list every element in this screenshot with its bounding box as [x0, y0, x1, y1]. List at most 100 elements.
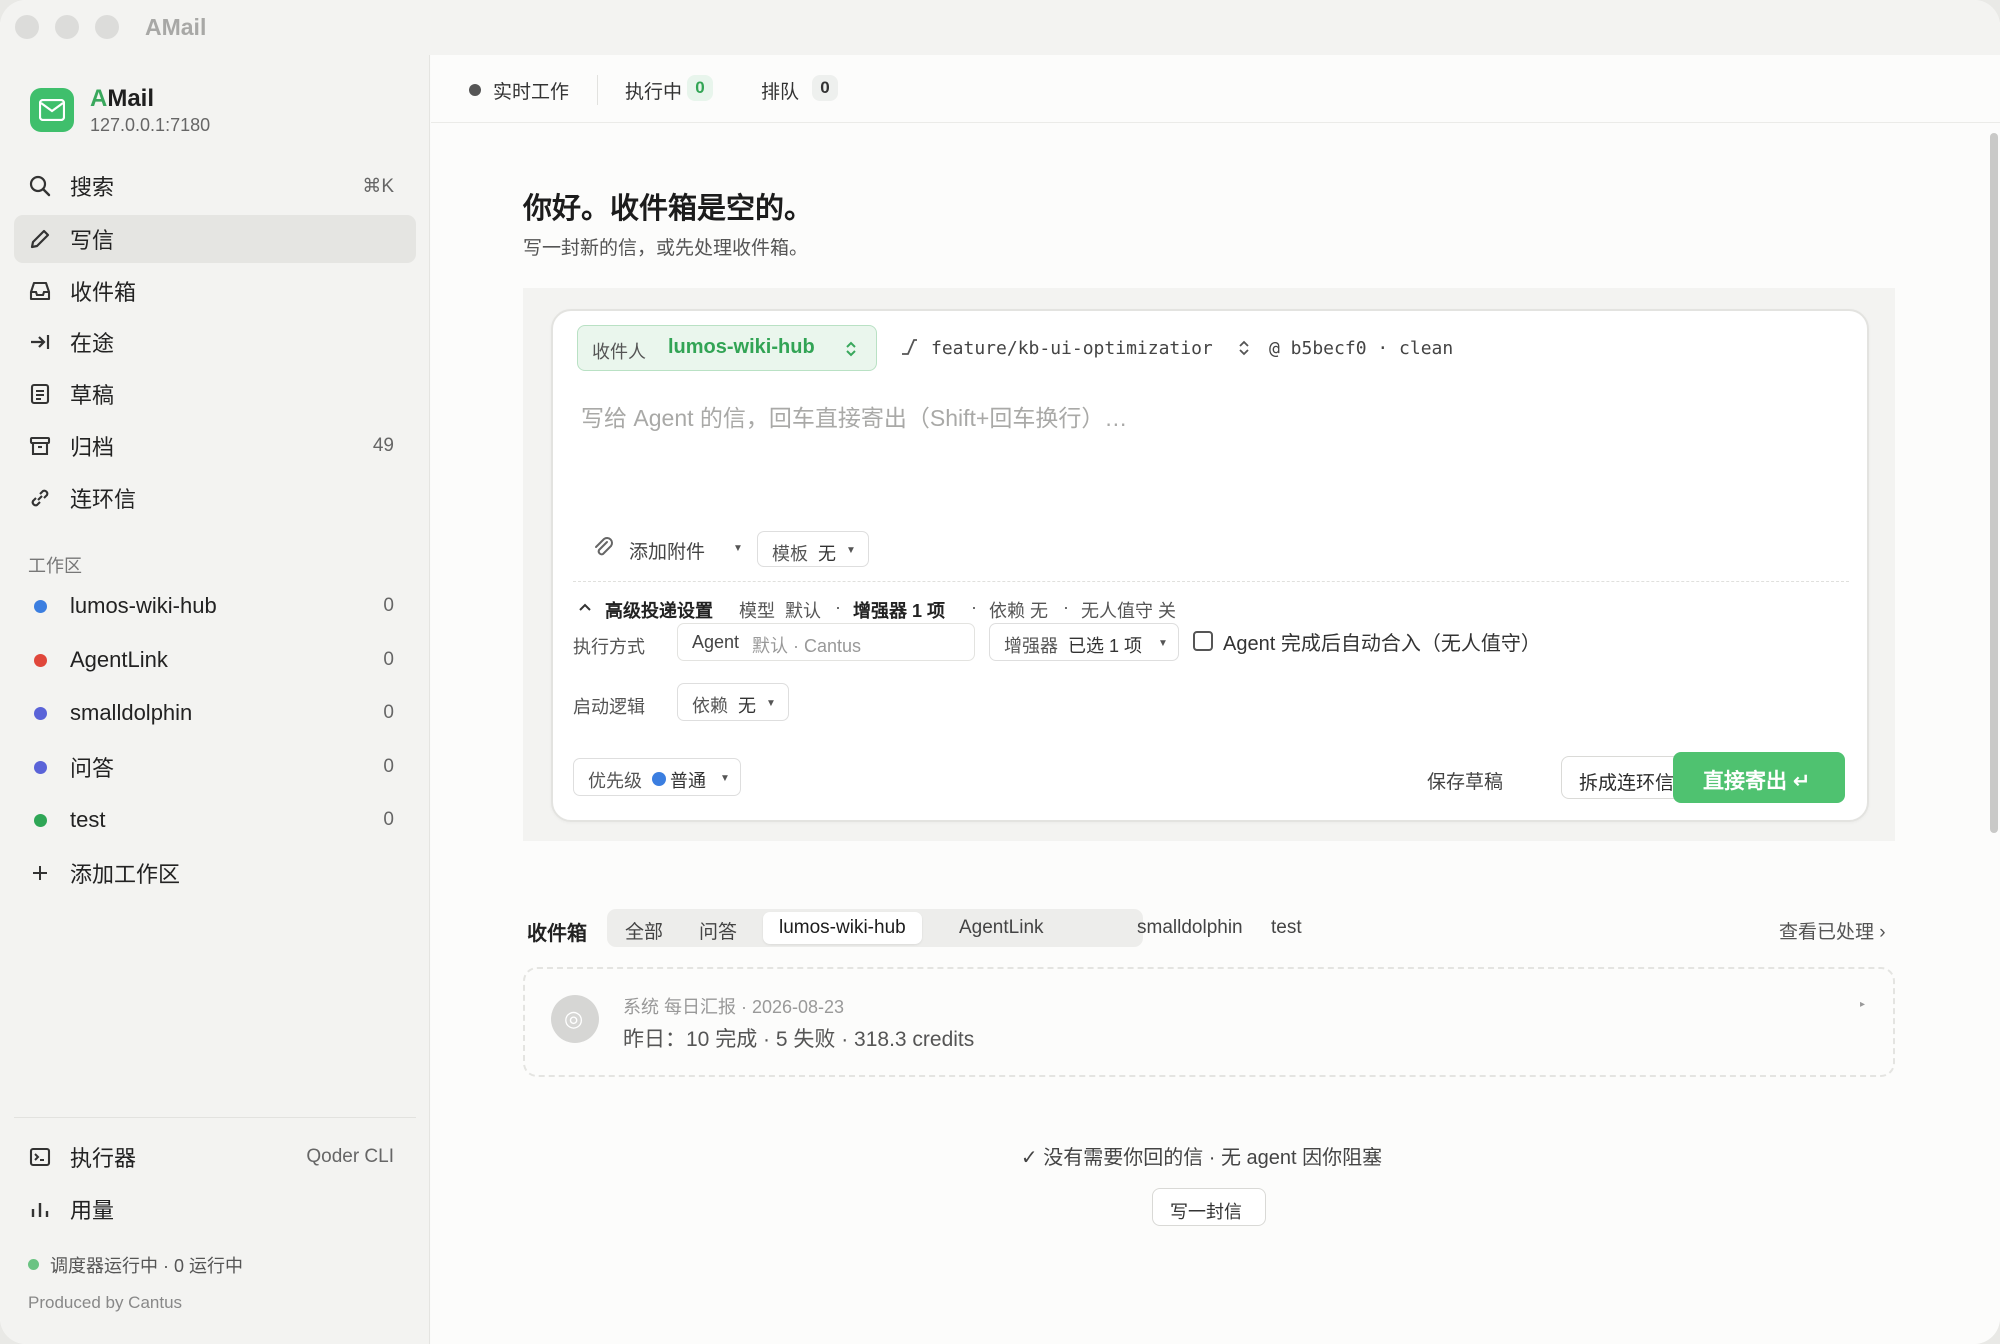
advanced-model-value: 默认 — [785, 601, 821, 621]
send-button[interactable]: 直接寄出 ↵ — [1673, 752, 1845, 803]
nav-executor-label: 执行器 — [70, 1146, 137, 1171]
chevron-up-icon[interactable] — [577, 601, 593, 613]
auto-merge-checkbox[interactable] — [1193, 631, 1213, 651]
zoom-window-button[interactable] — [95, 15, 119, 39]
dashed-divider — [573, 581, 1849, 582]
caret-right-icon[interactable]: ▸ — [1860, 999, 1865, 1010]
nav-usage[interactable]: 用量 — [14, 1185, 416, 1233]
enhancer-label: 增强器 — [1004, 636, 1058, 656]
template-value: 无 — [818, 544, 836, 564]
save-draft-button[interactable]: 保存草稿 — [1427, 767, 1503, 794]
template-select[interactable]: 模板 无 ▼ — [757, 531, 869, 567]
view-processed-link[interactable]: 查看已处理 › — [1779, 917, 1886, 944]
chevron-down-icon: ▼ — [846, 545, 856, 556]
sidebar-divider — [14, 1117, 416, 1118]
write-letter-label: 写一封信 — [1170, 1202, 1242, 1222]
template-label: 模板 — [772, 544, 808, 564]
enhancer-select[interactable]: 增强器 已选 1 项 ▼ — [989, 623, 1179, 661]
close-window-button[interactable] — [15, 15, 39, 39]
queued-count-badge: 0 — [812, 75, 838, 101]
add-workspace-button[interactable]: 添加工作区 — [14, 849, 416, 897]
avatar-icon: ◎ — [564, 1006, 584, 1031]
enhancer-value: 已选 1 项 — [1068, 636, 1143, 656]
app-name: AMail — [90, 85, 154, 113]
workspace-item[interactable]: smalldolphin 0 — [14, 689, 416, 737]
auto-merge-label[interactable]: Agent 完成后自动合入（无人值守） — [1223, 627, 1541, 656]
live-work-label[interactable]: 实时工作 — [493, 77, 569, 104]
start-logic-label: 启动逻辑 — [573, 697, 645, 717]
dependency-value: 无 — [738, 696, 756, 716]
agent-default: 默认 · Cantus — [752, 636, 862, 656]
workspace-label: smalldolphin — [70, 700, 193, 725]
nav-executor[interactable]: 执行器 Qoder CLI — [14, 1133, 416, 1181]
topbar-separator — [597, 75, 598, 105]
main-scrollbar[interactable] — [1988, 123, 2000, 1344]
nav-chain-label: 连环信 — [70, 487, 137, 512]
workspace-item[interactable]: lumos-wiki-hub 0 — [14, 582, 416, 630]
inbox-icon — [29, 281, 51, 301]
agent-input[interactable]: Agent 默认 · Cantus — [677, 623, 975, 661]
window-title: AMail — [145, 14, 207, 40]
advanced-unattended-summary: 无人值守 关 — [1081, 601, 1177, 621]
advanced-settings-title[interactable]: 高级投递设置 — [605, 597, 713, 623]
workspace-label: lumos-wiki-hub — [70, 593, 217, 618]
archive-icon — [29, 436, 51, 456]
branch-name[interactable]: feature/kb-ui-optimizatior — [931, 338, 1213, 359]
filter-agentlink[interactable]: AgentLink — [959, 917, 1044, 939]
workspace-label: test — [70, 807, 106, 832]
workspace-item[interactable]: AgentLink 0 — [14, 636, 416, 684]
separator-dot: · — [1063, 597, 1069, 617]
recipient-value: lumos-wiki-hub — [668, 336, 815, 358]
workspace-color-dot — [34, 600, 47, 613]
running-count-badge: 0 — [687, 75, 713, 101]
mail-logo-icon — [30, 88, 74, 132]
live-work-bar: 实时工作 执行中 0 排队 0 — [431, 55, 2000, 123]
git-branch-icon — [902, 339, 917, 355]
add-workspace-label: 添加工作区 — [70, 862, 181, 887]
agent-text: Agent — [692, 632, 740, 652]
filter-lumos-wiki-hub[interactable]: lumos-wiki-hub — [763, 912, 922, 944]
nav-search[interactable]: 搜索 ⌘K — [14, 162, 416, 210]
filter-all[interactable]: 全部 — [625, 917, 663, 944]
filter-qa[interactable]: 问答 — [699, 917, 737, 944]
workspace-item[interactable]: 问答 0 — [14, 743, 416, 791]
workspace-label: 问答 — [70, 756, 115, 781]
compose-input[interactable]: 写给 Agent 的信，回车直接寄出（Shift+回车换行）… — [581, 399, 1127, 433]
chevron-down-icon: ▼ — [720, 773, 730, 784]
dependency-select[interactable]: 依赖 无 ▼ — [677, 683, 789, 721]
chevron-updown-icon[interactable] — [1237, 339, 1251, 357]
recipient-selector[interactable]: 收件人 lumos-wiki-hub — [577, 325, 877, 371]
filter-test[interactable]: test — [1271, 917, 1302, 939]
nav-drafts[interactable]: 草稿 — [14, 370, 416, 418]
separator-dot: · — [971, 597, 977, 617]
minimize-window-button[interactable] — [55, 15, 79, 39]
document-icon — [30, 383, 50, 405]
system-avatar: ◎ — [551, 995, 599, 1043]
chevron-down-icon[interactable]: ▼ — [733, 543, 743, 554]
nav-chain[interactable]: 连环信 — [14, 474, 416, 522]
server-address: 127.0.0.1:7180 — [90, 115, 211, 135]
running-label[interactable]: 执行中 — [625, 77, 682, 104]
nav-archive[interactable]: 归档 49 — [14, 422, 416, 470]
priority-select[interactable]: 优先级 普通 ▼ — [573, 758, 741, 796]
send-label: 直接寄出 ↵ — [1703, 770, 1811, 793]
nav-compose[interactable]: 写信 — [14, 215, 416, 263]
workspace-count: 0 — [383, 756, 394, 777]
mail-meta: 系统 每日汇报 · 2026-08-23 — [623, 997, 845, 1017]
scroll-thumb[interactable] — [1990, 133, 1998, 833]
queued-label[interactable]: 排队 — [761, 77, 799, 104]
greeting-title: 你好。收件箱是空的。 — [523, 193, 814, 225]
nav-usage-label: 用量 — [70, 1198, 115, 1223]
scheduler-status: 调度器运行中 · 0 运行中 — [50, 1256, 244, 1276]
mail-item[interactable]: ◎ 系统 每日汇报 · 2026-08-23 昨日：10 完成 · 5 失败 ·… — [523, 967, 1895, 1077]
attach-button[interactable]: 添加附件 — [629, 537, 705, 564]
nav-inbox[interactable]: 收件箱 — [14, 267, 416, 315]
write-letter-button[interactable]: 写一封信 — [1152, 1188, 1266, 1226]
nav-transit[interactable]: 在途 — [14, 318, 416, 366]
search-shortcut: ⌘K — [362, 175, 394, 197]
workspace-count: 0 — [383, 809, 394, 830]
workspace-count: 0 — [383, 702, 394, 723]
archive-count: 49 — [372, 435, 394, 456]
filter-smalldolphin[interactable]: smalldolphin — [1137, 917, 1243, 939]
workspace-item[interactable]: test 0 — [14, 796, 416, 844]
